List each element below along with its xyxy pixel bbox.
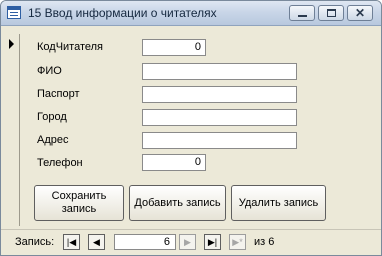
record-label: Запись: [15,236,55,248]
form-icon [7,6,21,19]
record-selector[interactable] [4,34,20,226]
delete-record-button[interactable]: Удалить запись [231,185,326,221]
previous-record-button[interactable]: ◀ [88,234,105,250]
next-record-icon: ▶ [184,236,191,247]
field-label-city: Город [37,111,67,123]
first-record-icon: |◀ [66,236,77,247]
minimize-button[interactable] [289,5,315,21]
field-label-reader-id: КодЧитателя [37,41,104,53]
close-icon: ✕ [354,6,366,20]
form-window: 15 Ввод информации о читателях ✕ КодЧита… [0,0,382,256]
address-field[interactable] [142,132,297,149]
field-label-phone: Телефон [37,157,83,169]
maximize-button[interactable] [318,5,344,21]
field-label-passport: Паспорт [37,88,80,100]
phone-field[interactable]: 0 [142,154,206,171]
close-button[interactable]: ✕ [347,5,373,21]
last-record-icon: ▶| [207,236,218,247]
next-record-button[interactable]: ▶ [179,234,196,250]
new-record-icon: ▶* [232,236,243,247]
field-label-address: Адрес [37,134,69,146]
title-bar: 15 Ввод информации о читателях ✕ [1,1,381,26]
previous-record-icon: ◀ [93,236,100,247]
record-count: из 6 [254,236,275,248]
field-label-fio: ФИО [37,65,62,77]
current-record-input[interactable]: 6 [114,234,176,250]
city-field[interactable] [142,109,297,126]
add-record-button[interactable]: Добавить запись [129,185,226,221]
last-record-button[interactable]: ▶| [204,234,221,250]
reader-id-field[interactable]: 0 [142,39,206,56]
first-record-button[interactable]: |◀ [63,234,80,250]
fio-field[interactable] [142,63,297,80]
save-record-label: Сохранить запись [51,190,107,215]
new-record-button[interactable]: ▶* [229,234,246,250]
passport-field[interactable] [142,86,297,103]
window-title: 15 Ввод информации о читателях [28,6,217,20]
record-navigation-bar: Запись: |◀ ◀ 6 ▶ ▶| ▶* из 6 [1,229,381,255]
save-record-button[interactable]: Сохранить запись [34,185,124,221]
